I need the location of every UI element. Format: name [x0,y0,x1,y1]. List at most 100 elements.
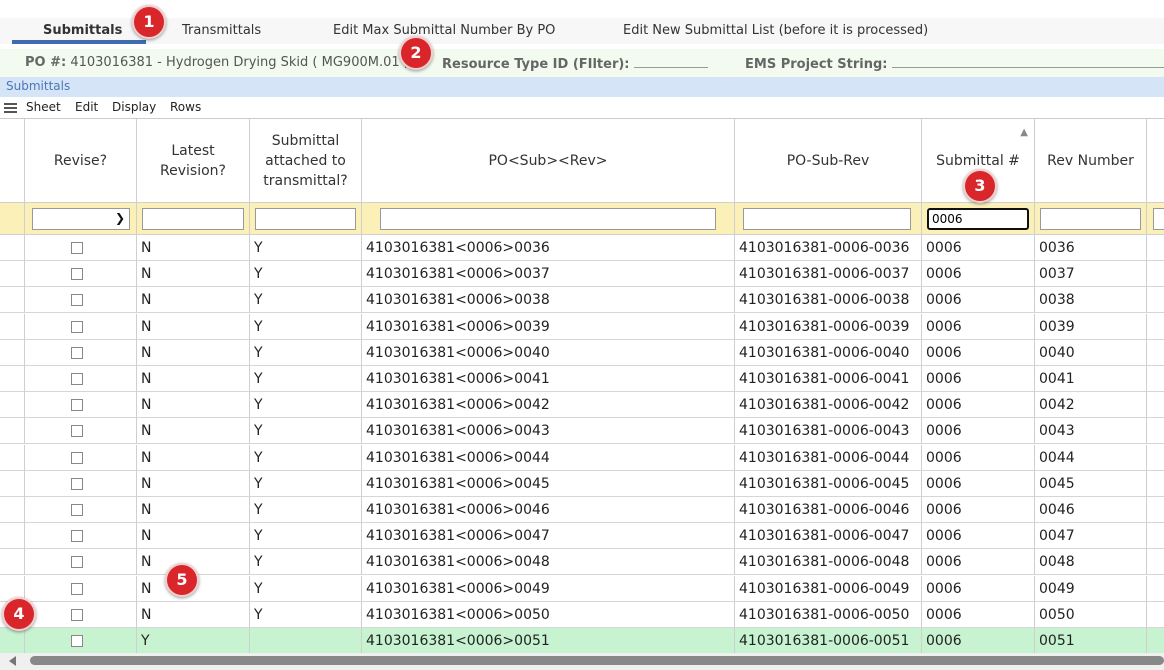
table-row[interactable]: N Y 4103016381<0006>0046 4103016381-0006-00… [0,497,1164,523]
cell-po-dash[interactable]: 4103016381-0006-0038 [735,287,922,314]
cell-attached[interactable] [250,628,362,654]
hamburger-menu-icon[interactable] [4,103,17,113]
cell-po-sub-rev[interactable]: 4103016381<0006>0051 [362,628,735,654]
row-header-cell[interactable] [0,366,25,392]
cell-latest-revision[interactable]: N [137,601,250,628]
cell-attached[interactable]: Y [250,261,362,288]
table-row[interactable]: N Y 4103016381<0006>0047 4103016381-0006-00… [0,523,1164,550]
cell-po-sub-rev[interactable]: 4103016381<0006>0040 [362,339,735,366]
cell-po-dash[interactable]: 4103016381-0006-0047 [735,523,922,550]
cell-latest-revision[interactable]: N [137,313,250,340]
tab-transmittals[interactable]: Transmittals [182,18,261,44]
cell-latest-revision[interactable]: N [137,418,250,445]
cell-submittal-no[interactable]: 0006 [922,549,1035,576]
revise-checkbox[interactable] [71,242,83,254]
filter-po-sub-rev-input[interactable] [380,208,716,230]
cell-attached[interactable]: Y [250,418,362,445]
cell-po-dash[interactable]: 4103016381-0006-0041 [735,366,922,392]
cell-po-dash[interactable]: 4103016381-0006-0043 [735,418,922,445]
scrollbar-thumb[interactable] [30,656,1164,665]
cell-submittal-no[interactable]: 0006 [922,392,1035,419]
tab-edit-max-submittal[interactable]: Edit Max Submittal Number By PO [333,18,555,44]
cell-po-dash[interactable]: 4103016381-0006-0046 [735,497,922,523]
cell-attached[interactable]: Y [250,235,362,261]
menu-rows[interactable]: Rows [170,100,201,114]
revise-checkbox[interactable] [71,346,83,359]
cell-po-sub-rev[interactable]: 4103016381<0006>0050 [362,601,735,628]
cell-submittal-no[interactable]: 0006 [922,470,1035,497]
cell-po-sub-rev[interactable]: 4103016381<0006>0044 [362,444,735,471]
row-header-cell[interactable] [0,261,25,288]
cell-attached[interactable]: Y [250,392,362,419]
table-row[interactable]: N Y 4103016381<0006>0043 4103016381-0006-00… [0,418,1164,445]
cell-rev-number[interactable]: 0038 [1035,287,1147,314]
cell-attached[interactable]: Y [250,549,362,576]
cell-po-dash[interactable]: 4103016381-0006-0050 [735,601,922,628]
cell-po-dash[interactable]: 4103016381-0006-0040 [735,339,922,366]
cell-po-dash[interactable]: 4103016381-0006-0042 [735,392,922,419]
cell-rev-number[interactable]: 0037 [1035,261,1147,288]
revise-checkbox[interactable] [71,451,83,464]
cell-po-sub-rev[interactable]: 4103016381<0006>0043 [362,418,735,445]
row-header-cell[interactable] [0,313,25,340]
cell-submittal-no[interactable]: 0006 [922,444,1035,471]
cell-rev-number[interactable]: 0047 [1035,523,1147,550]
cell-po-sub-rev[interactable]: 4103016381<0006>0042 [362,392,735,419]
cell-attached[interactable]: Y [250,497,362,523]
cell-po-dash[interactable]: 4103016381-0006-0037 [735,261,922,288]
cell-submittal-no[interactable]: 0006 [922,366,1035,392]
cell-attached[interactable]: Y [250,601,362,628]
cell-latest-revision[interactable]: N [137,470,250,497]
cell-submittal-no[interactable]: 0006 [922,523,1035,550]
cell-latest-revision[interactable]: N [137,497,250,523]
table-row[interactable]: N Y 4103016381<0006>0041 4103016381-0006-00… [0,366,1164,392]
table-row[interactable]: Y 4103016381<0006>0051 4103016381-0006-005… [0,628,1164,654]
cell-rev-number[interactable]: 0043 [1035,418,1147,445]
revise-checkbox[interactable] [71,530,83,543]
row-header-cell[interactable] [0,339,25,366]
cell-rev-number[interactable]: 0050 [1035,601,1147,628]
col-header-revise[interactable]: Revise? [25,119,137,203]
cell-rev-number[interactable]: 0041 [1035,366,1147,392]
menu-edit[interactable]: Edit [75,100,98,114]
horizontal-scrollbar[interactable] [0,653,1164,670]
row-header-cell[interactable] [0,418,25,445]
revise-checkbox[interactable] [71,425,83,438]
cell-submittal-no[interactable]: 0006 [922,418,1035,445]
table-row[interactable]: N Y 4103016381<0006>0038 4103016381-0006-00… [0,287,1164,314]
row-header-cell[interactable] [0,287,25,314]
cell-attached[interactable]: Y [250,313,362,340]
cell-latest-revision[interactable]: N [137,444,250,471]
cell-po-dash[interactable]: 4103016381-0006-0039 [735,313,922,340]
cell-latest-revision[interactable]: Y [137,628,250,654]
table-row[interactable]: N Y 4103016381<0006>0036 4103016381-0006-00… [0,235,1164,261]
cell-latest-revision[interactable]: N [137,366,250,392]
cell-latest-revision[interactable]: N [137,392,250,419]
filter-submittal-no-input[interactable]: 0006 [927,208,1029,230]
cell-submittal-no[interactable]: 0006 [922,235,1035,261]
cell-rev-number[interactable]: 0042 [1035,392,1147,419]
row-header-cell[interactable] [0,235,25,261]
cell-submittal-no[interactable]: 0006 [922,497,1035,523]
col-header-po-sub-rev[interactable]: PO<Sub><Rev> [362,119,735,203]
cell-po-dash[interactable]: 4103016381-0006-0044 [735,444,922,471]
cell-latest-revision[interactable]: N [137,523,250,550]
cell-latest-revision[interactable]: N [137,261,250,288]
cell-submittal-no[interactable]: 0006 [922,575,1035,602]
filter-latest-input[interactable] [142,208,244,230]
row-header-cell[interactable] [0,444,25,471]
cell-po-dash[interactable]: 4103016381-0006-0051 [735,628,922,654]
revise-checkbox[interactable] [71,477,83,490]
revise-checkbox[interactable] [71,320,83,333]
cell-po-sub-rev[interactable]: 4103016381<0006>0036 [362,235,735,261]
row-header-cell[interactable] [0,470,25,497]
cell-po-dash[interactable]: 4103016381-0006-0036 [735,235,922,261]
cell-submittal-no[interactable]: 0006 [922,287,1035,314]
cell-po-sub-rev[interactable]: 4103016381<0006>0047 [362,523,735,550]
revise-checkbox[interactable] [71,268,83,281]
filter-attached-input[interactable] [255,208,356,230]
cell-rev-number[interactable]: 0049 [1035,575,1147,602]
cell-latest-revision[interactable]: N [137,287,250,314]
revise-checkbox[interactable] [71,608,83,621]
filter-po-dash-input[interactable] [743,208,911,230]
